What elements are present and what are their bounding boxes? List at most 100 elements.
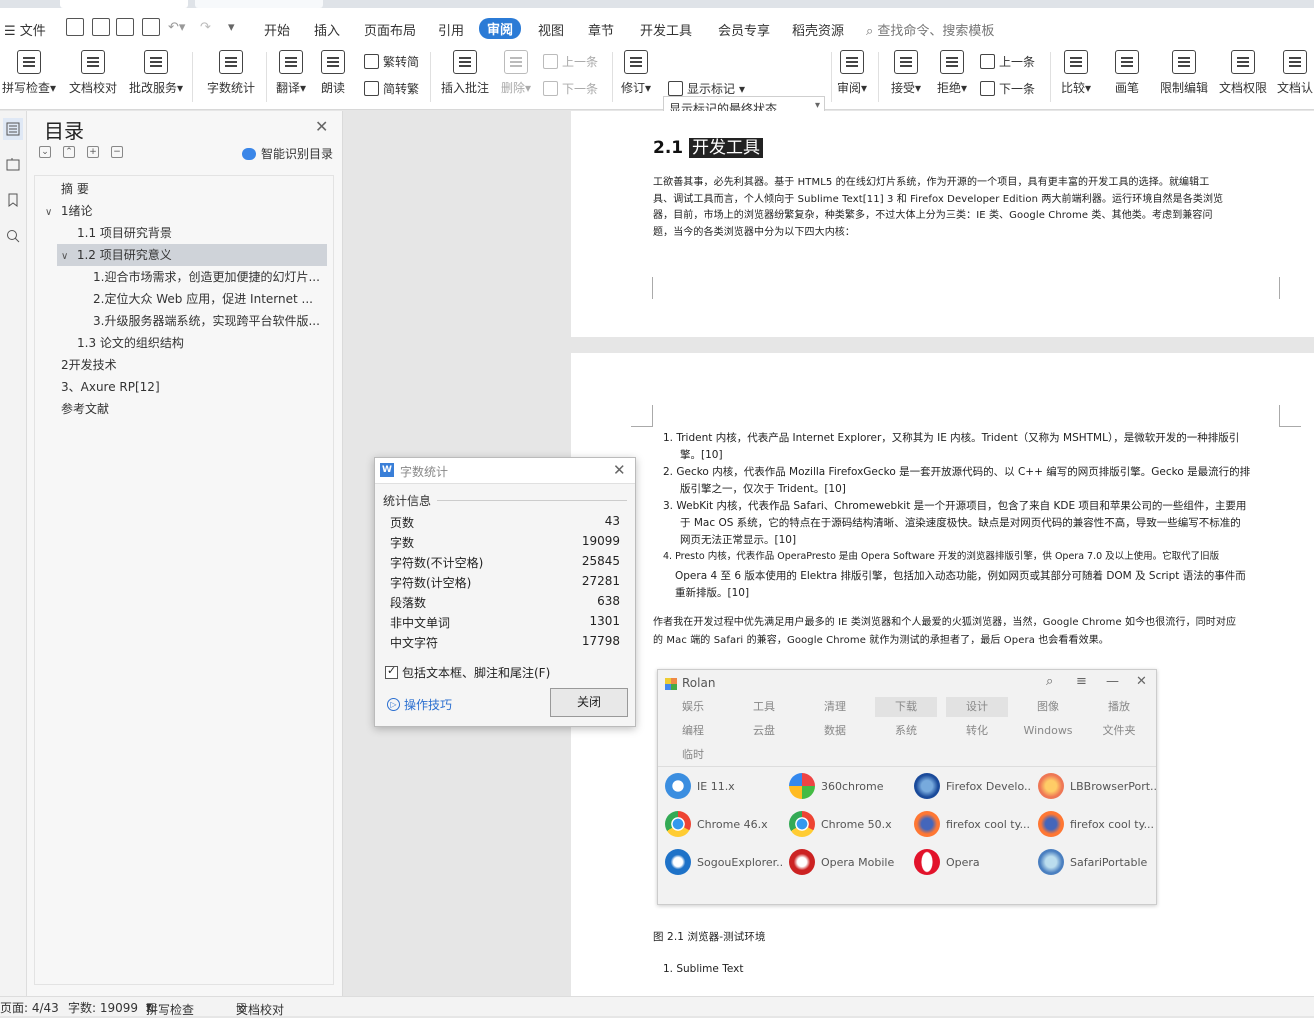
collapse-all-icon[interactable]: ⌄ bbox=[39, 146, 51, 158]
restrict-edit-button[interactable]: 限制编辑 bbox=[1158, 46, 1210, 96]
toc-item[interactable]: 3.升级服务器端系统，实现跨平台软件版... bbox=[93, 310, 325, 332]
toc-nav-icon[interactable] bbox=[3, 118, 23, 140]
toc-item[interactable]: 1.1 项目研究背景 bbox=[77, 222, 317, 244]
group-divider bbox=[437, 500, 627, 501]
play-icon: ▷ bbox=[387, 698, 400, 711]
toc-item[interactable]: 参考文献 bbox=[61, 398, 311, 420]
sogou-icon bbox=[665, 849, 691, 875]
undo-icon[interactable]: ↶▾ bbox=[168, 20, 185, 35]
expand-all-icon[interactable]: ⌃ bbox=[63, 146, 75, 158]
rolan-category: 清理 bbox=[824, 700, 846, 713]
reject-button[interactable]: 拒绝▾ bbox=[934, 46, 970, 96]
compare-button[interactable]: 比较▾ bbox=[1058, 46, 1094, 96]
dialog-titlebar[interactable]: W 字数统计 ✕ bbox=[375, 458, 635, 484]
export-icon[interactable] bbox=[92, 18, 110, 36]
tab-docer[interactable]: 稻壳资源 bbox=[792, 20, 844, 39]
find-icon[interactable] bbox=[3, 225, 23, 247]
list-item: 1. Trident 内核，代表产品 Internet Explorer，又称其… bbox=[663, 432, 1240, 461]
toc-item[interactable]: 2.定位大众 Web 应用，促进 Internet ... bbox=[93, 288, 325, 310]
opera-mobile-icon bbox=[789, 849, 815, 875]
360-icon bbox=[789, 773, 815, 799]
status-bar: 页面: 4/43 字数: 19099 ☑ 拼写检查 ▾ ☒ 文档校对 bbox=[0, 996, 1314, 1017]
close-button[interactable]: 关闭 bbox=[550, 688, 628, 717]
simp-to-trad-button[interactable]: 简转繁 bbox=[364, 80, 419, 97]
command-search[interactable]: ⌕ 查找命令、搜索模板 bbox=[866, 20, 994, 39]
rolan-app: Chrome 50.x bbox=[789, 811, 907, 837]
add-heading-icon[interactable]: + bbox=[87, 146, 99, 158]
rolan-app: Chrome 46.x bbox=[665, 811, 783, 837]
tips-link[interactable]: ▷ 操作技巧 bbox=[387, 696, 452, 713]
rolan-app: 360chrome bbox=[789, 773, 907, 799]
chevron-down-icon[interactable]: ∨ bbox=[45, 202, 57, 222]
toc-item[interactable]: ∨ 1绪论 bbox=[45, 200, 315, 222]
smart-toc-button[interactable]: 智能识别目录 bbox=[242, 145, 333, 162]
rolan-category: 编程 bbox=[682, 724, 704, 737]
doc-cert-button[interactable]: 文档认 bbox=[1276, 46, 1314, 96]
status-spell-check[interactable]: ☑ 拼写检查 ▾ bbox=[146, 999, 194, 1017]
next-change-button[interactable]: 下一条 bbox=[980, 80, 1035, 97]
document-page[interactable]: 2.1 开发工具 工欲善其事，必先利其器。基于 HTML5 的在线幻灯片系统，作… bbox=[571, 111, 1314, 337]
close-icon[interactable]: ✕ bbox=[315, 117, 328, 136]
save-icon[interactable] bbox=[66, 18, 84, 36]
correction-service-button[interactable]: 批改服务▾ bbox=[126, 46, 186, 96]
tab-layout[interactable]: 页面布局 bbox=[364, 20, 416, 39]
bookmark-icon[interactable] bbox=[3, 189, 23, 211]
insert-comment-button[interactable]: 插入批注 bbox=[438, 46, 492, 96]
page-indicator[interactable]: 页面: 4/43 bbox=[0, 999, 59, 1016]
pen-button[interactable]: 画笔 bbox=[1110, 46, 1144, 96]
accept-button[interactable]: 接受▾ bbox=[888, 46, 924, 96]
word-count-dialog: W 字数统计 ✕ 统计信息 页数 43 字数 19099 字符数(不计空格) 2584… bbox=[374, 457, 636, 727]
firefox-icon bbox=[914, 811, 940, 837]
show-markup-button[interactable]: 显示标记 ▾ bbox=[668, 80, 745, 97]
doc-check-button[interactable]: 文档校对 bbox=[66, 46, 120, 96]
rolan-category: 文件夹 bbox=[1102, 724, 1136, 737]
tab-review[interactable]: 审阅 bbox=[479, 18, 522, 39]
remove-heading-icon[interactable]: − bbox=[111, 146, 123, 158]
include-textbox-checkbox[interactable]: 包括文本框、脚注和尾注(F) bbox=[385, 664, 550, 681]
rolan-category: 工具 bbox=[753, 700, 775, 713]
doc-permission-button[interactable]: 文档权限 bbox=[1216, 46, 1270, 96]
trad-simp-icon bbox=[364, 54, 379, 69]
word-count-button[interactable]: 字数统计 bbox=[202, 46, 260, 96]
prev-comment-button[interactable]: 上一条 bbox=[543, 53, 598, 70]
toc-item-selected[interactable]: ∨ 1.2 项目研究意义 bbox=[57, 244, 327, 266]
prev-comment-icon bbox=[543, 54, 558, 69]
tab-member[interactable]: 会员专享 bbox=[718, 20, 770, 39]
toc-item[interactable]: 1.迎合市场需求，创造更加便捷的幻灯片... bbox=[93, 266, 325, 288]
delete-comment-button[interactable]: 删除▾ bbox=[498, 46, 534, 96]
redo-icon[interactable]: ↷ bbox=[200, 20, 211, 35]
toc-item[interactable]: 3、Axure RP[12] bbox=[61, 376, 311, 398]
next-comment-button[interactable]: 下一条 bbox=[543, 80, 598, 97]
tab-start[interactable]: 开始 bbox=[264, 20, 290, 39]
toc-item[interactable]: 摘 要 bbox=[61, 178, 311, 200]
preview-icon[interactable] bbox=[142, 18, 160, 36]
quick-access-dropdown-icon[interactable]: ▾ bbox=[228, 20, 235, 35]
menu-bar: ☰ 文件 ↶▾ ↷ ▾ 开始 插入 页面布局 引用 审阅 视图 章节 开发工具 … bbox=[0, 8, 1314, 46]
tab-chapter[interactable]: 章节 bbox=[588, 20, 614, 39]
tab-view[interactable]: 视图 bbox=[538, 20, 564, 39]
doc-tab-2[interactable] bbox=[195, 0, 323, 8]
doc-tab-1[interactable] bbox=[60, 0, 188, 8]
trad-to-simp-button[interactable]: 繁转简 bbox=[364, 53, 419, 70]
tab-reference[interactable]: 引用 bbox=[438, 20, 464, 39]
checkbox-checked-icon bbox=[385, 664, 398, 679]
chevron-down-icon[interactable]: ∨ bbox=[61, 246, 73, 266]
tab-devtools[interactable]: 开发工具 bbox=[640, 20, 692, 39]
file-menu[interactable]: ☰ 文件 bbox=[4, 20, 46, 39]
track-changes-button[interactable]: 修订▾ bbox=[618, 46, 654, 96]
tab-insert[interactable]: 插入 bbox=[314, 20, 340, 39]
spell-check-button[interactable]: 拼写检查▾ bbox=[0, 46, 58, 96]
body-paragraph: 工欲善其事，必先利其器。基于 HTML5 的在线幻灯片系统，作为开源的一个项目，… bbox=[653, 177, 1224, 238]
chapter-nav-icon[interactable] bbox=[3, 153, 23, 175]
rolan-category: 转化 bbox=[966, 724, 988, 737]
read-aloud-button[interactable]: 朗读 bbox=[316, 46, 350, 96]
print-icon[interactable] bbox=[116, 18, 134, 36]
compare-icon bbox=[1064, 50, 1088, 74]
review-pane-button[interactable]: 审阅▾ bbox=[834, 46, 870, 96]
toc-item[interactable]: 2开发技术 bbox=[61, 354, 311, 376]
word-count-indicator[interactable]: 字数: 19099 bbox=[68, 999, 138, 1016]
translate-button[interactable]: 翻译▾ bbox=[274, 46, 308, 96]
toc-item[interactable]: 1.3 论文的组织结构 bbox=[77, 332, 317, 354]
close-icon[interactable]: ✕ bbox=[613, 461, 626, 479]
prev-change-button[interactable]: 上一条 bbox=[980, 53, 1035, 70]
